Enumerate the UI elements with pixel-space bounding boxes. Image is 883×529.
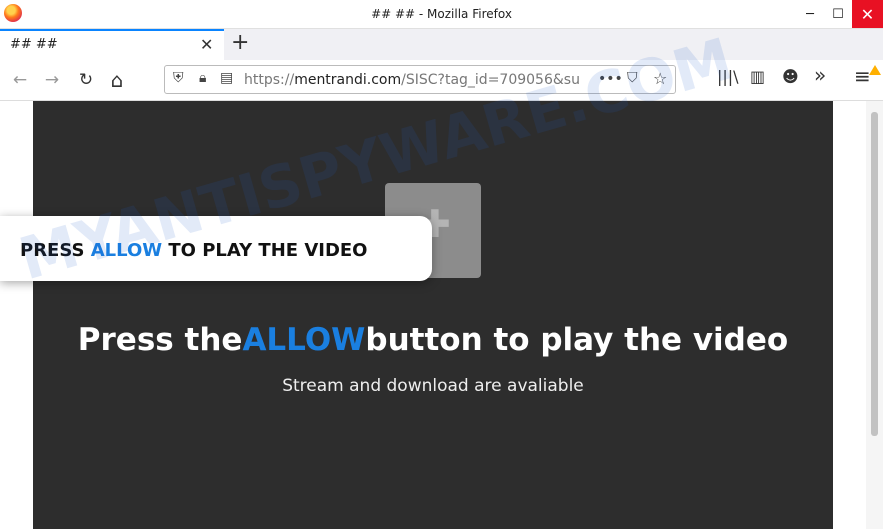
permissions-icon[interactable]: ▤ xyxy=(220,70,233,86)
new-tab-button[interactable]: + xyxy=(231,30,249,55)
title-bar: ## ## - Mozilla Firefox ─ ☐ ✕ xyxy=(0,0,883,29)
window-title: ## ## - Mozilla Firefox xyxy=(371,7,512,21)
account-icon[interactable]: ☻ xyxy=(782,67,799,86)
sidebar-icon[interactable]: ▥ xyxy=(750,67,765,86)
shield-icon[interactable]: ⛨ xyxy=(173,70,184,86)
tab-active[interactable]: ## ## ✕ xyxy=(0,29,224,60)
scrollbar-thumb[interactable] xyxy=(871,112,878,436)
reload-icon[interactable]: ↻ xyxy=(72,67,100,93)
overflow-icon[interactable]: » xyxy=(814,63,826,87)
home-icon[interactable]: ⌂ xyxy=(103,67,131,93)
lock-icon[interactable]: 🔒︎ xyxy=(199,70,206,86)
maximize-button[interactable]: ☐ xyxy=(822,0,854,28)
forward-icon[interactable]: → xyxy=(38,67,66,93)
back-icon[interactable]: ← xyxy=(6,67,34,93)
subtitle: Stream and download are avaliable xyxy=(282,376,584,396)
warning-badge-icon xyxy=(869,65,881,75)
headline: Press theALLOWbutton to play the video xyxy=(77,322,789,358)
tab-bar: ## ## ✕ + xyxy=(0,29,883,60)
tab-title: ## ## xyxy=(10,37,58,52)
close-window-button[interactable]: ✕ xyxy=(852,0,883,28)
tab-close-icon[interactable]: ✕ xyxy=(200,35,213,54)
nav-toolbar: ← → ↻ ⌂ ⛨ 🔒︎ ▤ https://mentrandi.com/SIS… xyxy=(0,60,883,101)
